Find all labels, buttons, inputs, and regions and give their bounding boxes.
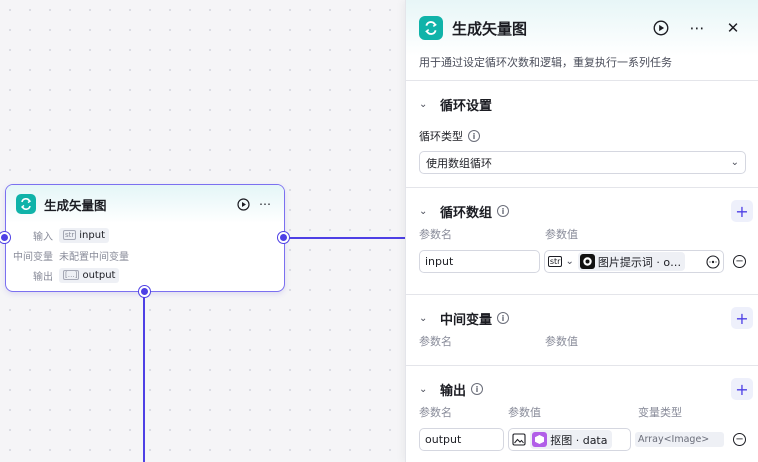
output-param-row: output 抠图 · data Array<Image> −: [419, 428, 746, 451]
column-labels: 参数名 参数值 变量类型: [419, 404, 746, 420]
param-value-field[interactable]: str ⌄ 图片提示词 · o…: [543, 250, 725, 273]
close-icon[interactable]: ✕: [722, 17, 744, 39]
array-param-row: input str ⌄ 图片提示词 · o… −: [419, 250, 746, 273]
run-icon[interactable]: [234, 195, 252, 213]
output-name-input[interactable]: output: [419, 428, 505, 451]
add-intermediate-button[interactable]: +: [731, 307, 753, 329]
node-output-row: 输出 […] output: [6, 265, 284, 285]
run-icon[interactable]: [650, 17, 672, 39]
remove-param-button[interactable]: −: [733, 255, 746, 268]
connection-line-down: [143, 296, 145, 462]
chevron-down-icon[interactable]: ⌄: [419, 384, 433, 395]
loop-type-label: 循环类型 i: [419, 127, 746, 145]
reference-text: 图片提示词 · o…: [597, 255, 682, 269]
node-output-tag: […] output: [59, 267, 120, 283]
info-icon[interactable]: i: [497, 205, 510, 217]
col-param-value: 参数值: [508, 406, 541, 419]
node-intermediate-row: 中间变量 未配置中间变量: [6, 245, 284, 265]
model-icon: [579, 254, 595, 269]
section-header[interactable]: ⌄ 循环设置: [419, 81, 746, 127]
reference-text: 抠图 · data: [550, 433, 608, 447]
info-icon[interactable]: i: [497, 312, 510, 324]
node-title: 生成矢量图: [44, 197, 107, 213]
output-type-badge: Array<Image>: [635, 432, 725, 447]
loop-type-label-text: 循环类型: [419, 130, 463, 143]
cutout-plugin-icon: [532, 432, 548, 447]
output-port-right[interactable]: [278, 232, 289, 243]
loop-type-select[interactable]: 使用数组循环 ⌄: [419, 151, 746, 174]
connection-line-right: [289, 237, 411, 239]
section-loop-settings: ⌄ 循环设置 循环类型 i 使用数组循环 ⌄: [406, 81, 758, 187]
col-param-value: 参数值: [545, 228, 578, 241]
add-output-button[interactable]: +: [731, 378, 753, 400]
chevron-down-icon[interactable]: ⌄: [419, 206, 433, 217]
array-type-icon: […]: [63, 270, 80, 280]
panel-header: 生成矢量图 ⋯ ✕: [406, 0, 758, 56]
node-intermediate-label: 中间变量: [13, 251, 53, 263]
output-port-bottom[interactable]: [139, 286, 150, 297]
node-input-tag: str input: [59, 227, 110, 243]
col-param-value: 参数值: [545, 335, 578, 348]
node-input-value: input: [79, 229, 106, 241]
column-labels: 参数名 参数值: [419, 333, 746, 349]
chevron-down-icon[interactable]: ⌄: [565, 256, 573, 267]
section-title: 循环数组: [440, 205, 493, 221]
col-param-name: 参数名: [419, 406, 452, 419]
info-icon[interactable]: i: [468, 130, 480, 142]
section-intermediate: ⌄ 中间变量 i + 参数名 参数值: [406, 295, 758, 365]
chevron-down-icon[interactable]: ⌄: [419, 313, 433, 324]
panel-description: 用于通过设定循环次数和逻辑，重复执行一系列任务: [419, 56, 672, 69]
chevron-down-icon: ⌄: [730, 157, 739, 168]
section-loop-array: ⌄ 循环数组 i + 参数名 参数值 input str ⌄ 图片提示词 · o…: [406, 188, 758, 294]
loop-type-value: 使用数组循环: [426, 156, 492, 170]
output-value-field[interactable]: 抠图 · data: [508, 428, 631, 451]
node-input-row: 输入 str input: [6, 225, 284, 245]
section-title: 中间变量: [440, 312, 493, 328]
loop-icon: [419, 16, 443, 40]
param-name-input[interactable]: input: [419, 250, 540, 273]
section-output: ⌄ 输出 i + 参数名 参数值 变量类型 output 抠图 · data A…: [406, 366, 758, 462]
loop-icon: [16, 194, 36, 214]
section-title: 循环设置: [440, 98, 493, 114]
variable-picker-icon[interactable]: [706, 254, 720, 269]
node-header: 生成矢量图 ⋯: [6, 185, 284, 223]
reference-chip[interactable]: 图片提示词 · o…: [577, 252, 686, 271]
column-labels: 参数名 参数值: [419, 226, 746, 242]
section-title: 输出: [440, 383, 467, 399]
col-param-name: 参数名: [419, 335, 452, 348]
more-icon[interactable]: ⋯: [686, 17, 708, 39]
panel-title: 生成矢量图: [452, 19, 528, 38]
add-array-button[interactable]: +: [731, 200, 753, 222]
chevron-down-icon[interactable]: ⌄: [419, 99, 433, 110]
str-type-icon: str: [63, 230, 77, 240]
loop-node[interactable]: 生成矢量图 ⋯ 输入 str input 中间变量 未配置中间变量 输出 […] o…: [5, 184, 285, 292]
node-input-label: 输入: [33, 231, 53, 243]
node-output-label: 输出: [33, 271, 53, 283]
node-output-value: output: [82, 269, 116, 281]
info-icon[interactable]: i: [471, 383, 484, 395]
col-param-name: 参数名: [419, 228, 452, 241]
image-icon: [512, 433, 526, 446]
reference-chip[interactable]: 抠图 · data: [530, 430, 612, 449]
node-intermediate-value: 未配置中间变量: [59, 251, 129, 263]
str-type-icon[interactable]: str: [547, 256, 563, 267]
col-var-type: 变量类型: [638, 406, 682, 419]
node-config-panel: 生成矢量图 ⋯ ✕ 用于通过设定循环次数和逻辑，重复执行一系列任务 ⌄ 循环设置…: [405, 0, 758, 462]
remove-output-button[interactable]: −: [733, 433, 746, 446]
more-icon[interactable]: ⋯: [256, 195, 274, 213]
